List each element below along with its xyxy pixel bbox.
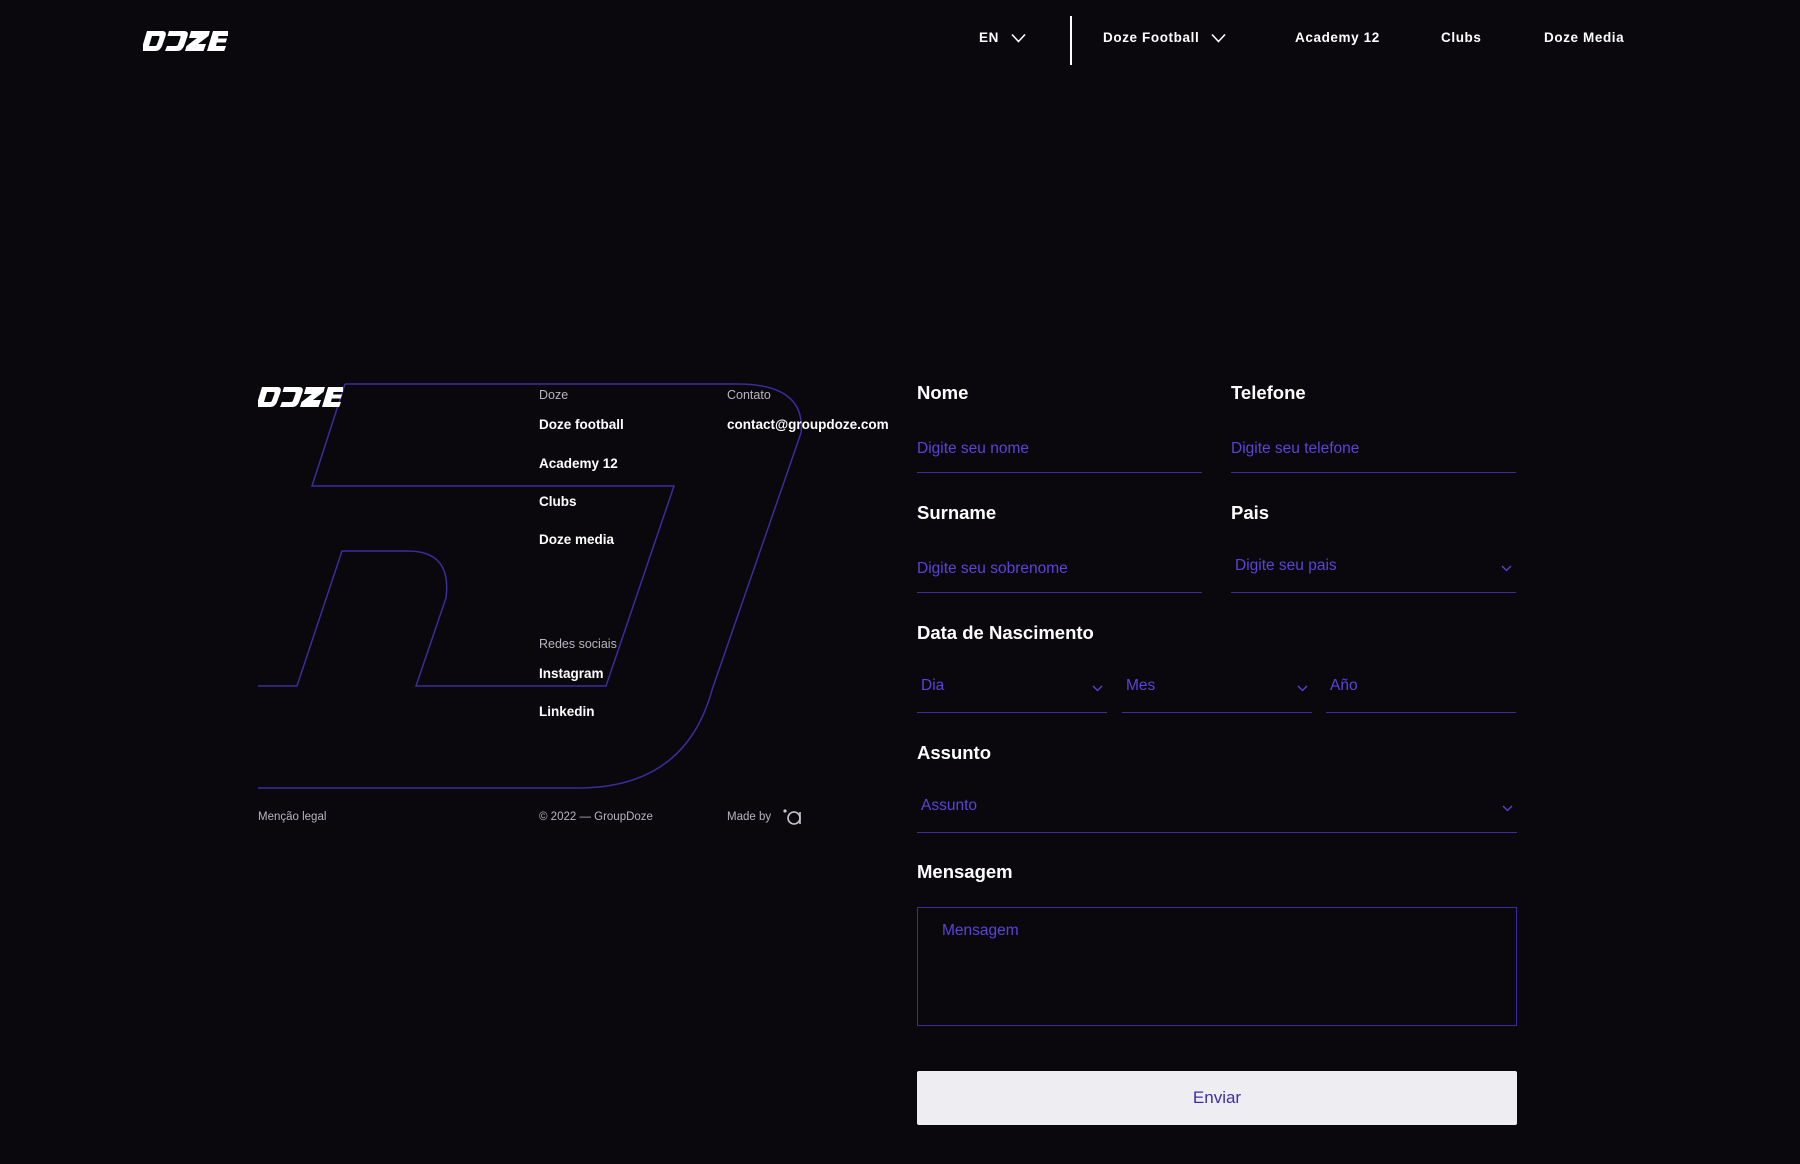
footer-contact-email[interactable]: contact@groupdoze.com — [727, 417, 889, 432]
footer-link-clubs[interactable]: Clubs — [539, 494, 577, 509]
header: EN Doze Football Academy 12 Clubs Doze M… — [0, 0, 1800, 82]
chevron-down-icon — [1011, 33, 1026, 43]
dia-select[interactable]: Dia — [917, 675, 1107, 713]
footer-contact-heading: Contato — [727, 388, 771, 402]
footer-social-heading: Redes sociais — [539, 637, 617, 651]
chevron-down-icon — [1297, 685, 1308, 692]
nav-doze-football[interactable]: Doze Football — [1103, 30, 1226, 45]
nome-input[interactable] — [917, 435, 1202, 473]
ano-input[interactable]: Año — [1326, 675, 1516, 713]
chevron-down-icon — [1211, 33, 1226, 43]
surname-input[interactable] — [917, 555, 1202, 593]
surname-label: Surname — [917, 502, 997, 523]
footer-link-instagram[interactable]: Instagram — [539, 666, 604, 681]
doze-outline-graphic — [258, 383, 803, 789]
footer-doze-heading: Doze — [539, 388, 569, 402]
chevron-down-icon — [1501, 565, 1512, 572]
mes-select[interactable]: Mes — [1122, 675, 1312, 713]
nascimento-label: Data de Nascimento — [917, 622, 1094, 643]
nome-label: Nome — [917, 382, 969, 403]
chevron-down-icon — [1502, 805, 1513, 812]
footer-link-doze-media[interactable]: Doze media — [539, 532, 614, 547]
assunto-select[interactable]: Assunto — [917, 795, 1517, 833]
agency-logo-icon[interactable] — [782, 808, 804, 826]
language-selector[interactable]: EN — [979, 30, 1026, 45]
enviar-button[interactable]: Enviar — [917, 1071, 1517, 1125]
mensagem-textarea[interactable] — [917, 907, 1517, 1026]
footer-doze-logo[interactable] — [258, 385, 343, 409]
mensagem-label: Mensagem — [917, 861, 1013, 882]
nav-clubs[interactable]: Clubs — [1441, 30, 1482, 45]
assunto-label: Assunto — [917, 742, 991, 763]
telefone-label: Telefone — [1231, 382, 1306, 403]
doze-logo[interactable] — [143, 29, 228, 53]
footer-link-linkedin[interactable]: Linkedin — [539, 704, 595, 719]
nav-academy-12[interactable]: Academy 12 — [1295, 30, 1380, 45]
footer-legal-link[interactable]: Menção legal — [258, 811, 326, 823]
nav-doze-media[interactable]: Doze Media — [1544, 30, 1624, 45]
chevron-down-icon — [1092, 685, 1103, 692]
footer-made-by: Made by — [727, 811, 772, 823]
telefone-input[interactable] — [1231, 435, 1516, 473]
footer-link-academy-12[interactable]: Academy 12 — [539, 456, 618, 471]
nav-divider — [1070, 16, 1072, 65]
footer-copyright: © 2022 — GroupDoze — [539, 811, 653, 823]
footer-link-doze-football[interactable]: Doze football — [539, 417, 624, 432]
pais-label: Pais — [1231, 502, 1270, 523]
pais-select[interactable]: Digite seu pais — [1231, 555, 1516, 593]
